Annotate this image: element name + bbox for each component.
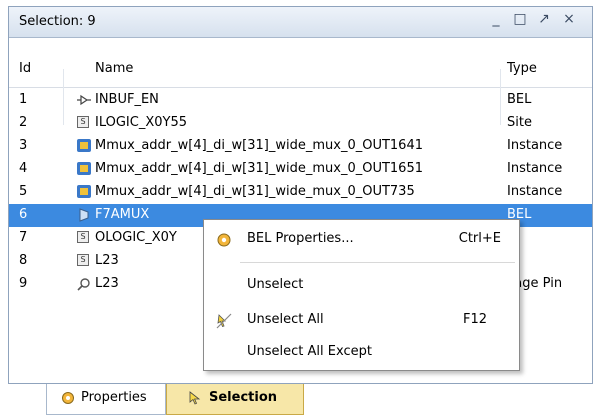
- row-type: Instance: [507, 184, 563, 199]
- panel-titlebar: Selection: 9 _ □ ↗ ×: [9, 7, 592, 38]
- tab-properties[interactable]: Properties: [46, 384, 166, 415]
- tab-label: Properties: [81, 390, 147, 405]
- maximize-icon[interactable]: □: [511, 11, 529, 27]
- cursor-tab-icon: [189, 391, 201, 409]
- row-id: 4: [19, 161, 28, 176]
- table-row[interactable]: 4 Mmux_addr_w[4]_di_w[31]_wide_mux_0_OUT1…: [9, 158, 592, 181]
- row-name: ILOGIC_X0Y55: [95, 115, 187, 130]
- menu-item-unselect[interactable]: Unselect: [204, 270, 519, 302]
- menu-item-label: BEL Properties...: [247, 231, 354, 246]
- row-id: 8: [19, 253, 28, 268]
- row-id: 1: [19, 92, 28, 107]
- menu-item-shortcut: F12: [462, 312, 487, 327]
- bottom-tab-bar: Properties Selection: [0, 384, 600, 417]
- table-row[interactable]: 3 Mmux_addr_w[4]_di_w[31]_wide_mux_0_OUT1…: [9, 135, 592, 158]
- table-row[interactable]: 1 INBUF_EN BEL: [9, 89, 592, 112]
- site-icon: S: [77, 231, 91, 245]
- site-icon: S: [77, 254, 91, 268]
- row-id: 3: [19, 138, 28, 153]
- row-name: INBUF_EN: [95, 92, 159, 107]
- row-name: OLOGIC_X0Y: [95, 230, 177, 245]
- row-name: L23: [95, 253, 119, 268]
- row-name: Mmux_addr_w[4]_di_w[31]_wide_mux_0_OUT73…: [95, 184, 415, 199]
- row-type: BEL: [507, 92, 532, 107]
- row-id: 6: [19, 207, 28, 222]
- instance-icon: [77, 185, 91, 199]
- input-buffer-icon: [77, 93, 91, 107]
- panel-title: Selection: 9: [19, 14, 96, 29]
- row-name: Mmux_addr_w[4]_di_w[31]_wide_mux_0_OUT16…: [95, 161, 423, 176]
- unselect-all-icon: [216, 313, 232, 329]
- row-name: L23: [95, 276, 119, 291]
- menu-item-label: Unselect All: [247, 312, 324, 327]
- instance-icon: [77, 162, 91, 176]
- site-icon: S: [77, 116, 91, 130]
- table-row[interactable]: 5 Mmux_addr_w[4]_di_w[31]_wide_mux_0_OUT7…: [9, 181, 592, 204]
- column-header-id[interactable]: Id: [19, 61, 31, 76]
- table-row[interactable]: 2 S ILOGIC_X0Y55 Site: [9, 112, 592, 135]
- menu-item-bel-properties[interactable]: BEL Properties... Ctrl+E: [204, 224, 519, 256]
- properties-icon: [216, 232, 232, 248]
- menu-item-unselect-all[interactable]: Unselect All F12: [204, 305, 519, 337]
- mux-icon: [77, 208, 91, 222]
- close-icon[interactable]: ×: [560, 11, 578, 27]
- menu-item-label: Unselect: [247, 277, 304, 292]
- column-header-name[interactable]: Name: [95, 61, 133, 76]
- row-type: Instance: [507, 138, 563, 153]
- context-menu: BEL Properties... Ctrl+E Unselect Unsele…: [203, 219, 520, 371]
- row-id: 5: [19, 184, 28, 199]
- row-name: F7AMUX: [95, 207, 150, 222]
- menu-separator: [240, 262, 515, 263]
- package-pin-icon: [77, 277, 91, 291]
- properties-tab-icon: [61, 391, 75, 409]
- row-id: 2: [19, 115, 28, 130]
- menu-item-label: Unselect All Except: [247, 344, 372, 359]
- tab-label: Selection: [209, 390, 278, 405]
- menu-item-shortcut: Ctrl+E: [458, 231, 501, 246]
- column-header-type[interactable]: Type: [507, 61, 537, 76]
- row-type: Site: [507, 115, 532, 130]
- table-header: Id Name Type: [9, 53, 592, 88]
- row-type: Instance: [507, 161, 563, 176]
- menu-item-unselect-all-except[interactable]: Unselect All Except: [204, 337, 519, 369]
- row-id: 9: [19, 276, 28, 291]
- float-icon[interactable]: ↗: [535, 11, 553, 27]
- row-name: Mmux_addr_w[4]_di_w[31]_wide_mux_0_OUT16…: [95, 138, 423, 153]
- minimize-icon[interactable]: _: [487, 11, 505, 27]
- instance-icon: [77, 139, 91, 153]
- tab-selection[interactable]: Selection: [166, 384, 304, 415]
- row-id: 7: [19, 230, 28, 245]
